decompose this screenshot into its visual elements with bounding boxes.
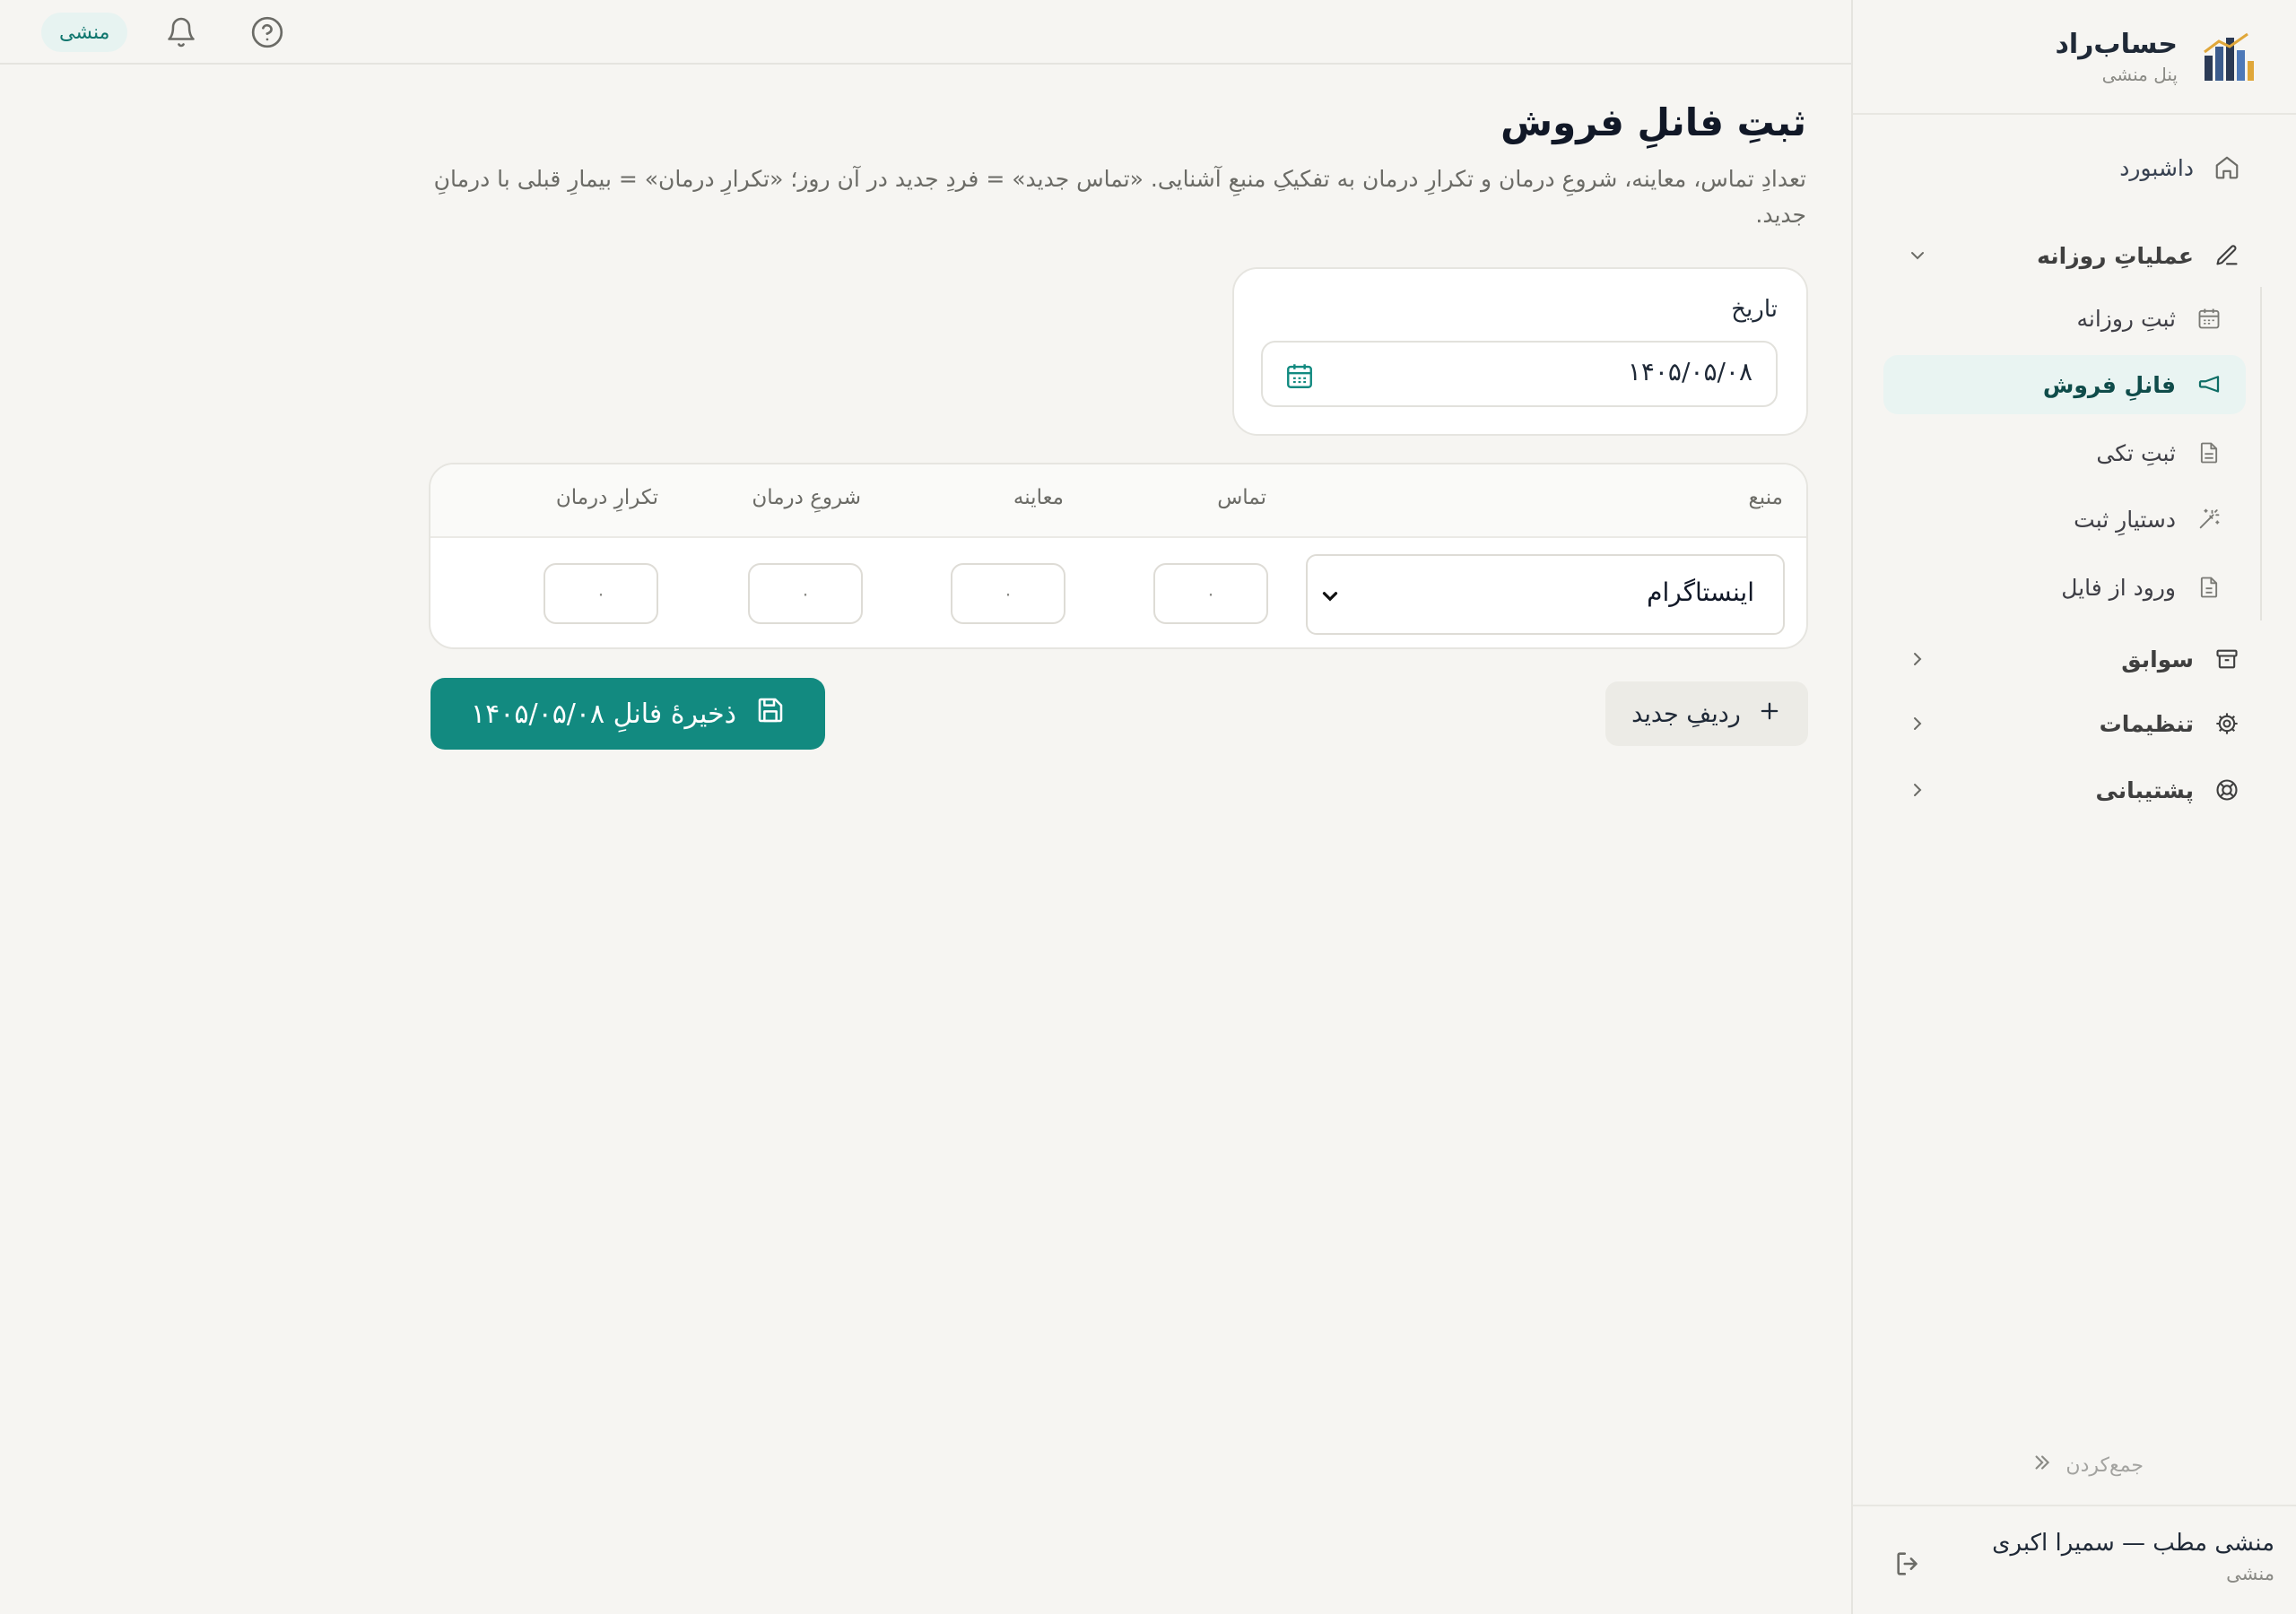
- sidebar-group-label: تنظیمات: [2099, 710, 2194, 737]
- source-value: اینستاگرام: [1647, 577, 1754, 607]
- column-header-contact: تماس: [1217, 486, 1266, 509]
- magic-wand-icon: [2194, 504, 2224, 534]
- sidebar-item-label: ثبتِ روزانه: [2076, 305, 2176, 332]
- contact-input[interactable]: ۰: [1153, 563, 1268, 624]
- role-badge: منشی: [41, 13, 128, 52]
- sidebar-item-label: فانلِ فروش: [2042, 371, 2176, 398]
- treatment-start-input[interactable]: ۰: [748, 563, 863, 624]
- file-import-icon: [2194, 572, 2224, 603]
- page-description: تعدادِ تماس، معاینه، شروعِ درمان و تکرار…: [433, 166, 1806, 228]
- sidebar-group-label: عملیاتِ روزانه: [2037, 242, 2194, 269]
- sidebar-group-daily-ops[interactable]: عملیاتِ روزانه: [1883, 228, 2260, 283]
- sidebar-item-dashboard[interactable]: داشبورد: [1883, 140, 2260, 195]
- sidebar-item-label: دستیارِ ثبت: [2074, 506, 2176, 533]
- collapse-label: جمع‌کردن: [2066, 1453, 2144, 1477]
- sidebar-group-history[interactable]: سوابق: [1883, 631, 2260, 687]
- sidebar-group-support[interactable]: پشتیبانی: [1883, 762, 2260, 818]
- column-header-source: منبع: [1748, 486, 1783, 509]
- add-row-button[interactable]: ردیفِ جدید: [1605, 681, 1808, 746]
- divider: [1853, 1505, 2296, 1506]
- plus-icon: [1757, 699, 1782, 730]
- sidebar-item-label: ثبتِ تکی: [2096, 439, 2176, 466]
- top-bar: منشی: [0, 0, 1851, 65]
- date-card: تاریخ ۱۴۰۵/۰۵/۰۸: [1232, 267, 1808, 436]
- table-header: منبع تماس معاینه شروعِ درمان تکرارِ درما…: [430, 464, 1806, 538]
- save-label: ذخیرهٔ فانلِ ۱۴۰۵/۰۵/۰۸: [471, 698, 736, 730]
- submenu-rail: [2260, 287, 2262, 620]
- megaphone-icon: [2194, 369, 2224, 400]
- lifebuoy-icon: [2212, 775, 2242, 805]
- help-icon[interactable]: [249, 14, 285, 50]
- treatment-repeat-input[interactable]: ۰: [544, 563, 658, 624]
- sidebar-group-label: سوابق: [2121, 646, 2194, 672]
- source-select[interactable]: اینستاگرام: [1306, 554, 1785, 635]
- user-name: منشی مطب — سمیرا اکبری: [1992, 1530, 2274, 1557]
- sidebar-group-label: پشتیبانی: [2095, 777, 2194, 803]
- save-icon: [756, 696, 785, 732]
- sidebar-item-label: ورود از فایل: [2061, 574, 2176, 601]
- sidebar: حساب‌راد پنل منشی داشبورد عملیاتِ روزانه…: [1851, 0, 2296, 1614]
- bell-icon[interactable]: [163, 14, 199, 50]
- date-input[interactable]: ۱۴۰۵/۰۵/۰۸: [1261, 341, 1778, 407]
- chevron-left-icon: [1905, 711, 1930, 736]
- chevron-down-icon: [1905, 243, 1930, 268]
- divider: [1853, 113, 2296, 115]
- collapse-sidebar-button[interactable]: جمع‌کردن: [2030, 1451, 2144, 1480]
- double-chevron-icon: [2030, 1451, 2053, 1480]
- gear-icon: [2212, 708, 2242, 739]
- brand-subtitle: پنل منشی: [2101, 64, 2178, 85]
- sidebar-item-single-entry[interactable]: ثبتِ تکی: [1883, 423, 2246, 482]
- brand-name: حساب‌راد: [2055, 29, 2178, 60]
- user-role: منشی: [2226, 1563, 2274, 1584]
- date-value: ۱۴۰۵/۰۵/۰۸: [1627, 357, 1752, 386]
- sidebar-item-label: داشبورد: [2119, 154, 2194, 181]
- exam-input[interactable]: ۰: [951, 563, 1065, 624]
- brand-logo-icon: [2201, 29, 2257, 84]
- sidebar-item-file-import[interactable]: ورود از فایل: [1883, 558, 2246, 617]
- column-header-treatment-start: شروعِ درمان: [752, 486, 861, 509]
- brand[interactable]: حساب‌راد پنل منشی: [2055, 27, 2257, 86]
- sidebar-item-daily-entry[interactable]: ثبتِ روزانه: [1883, 289, 2246, 348]
- sidebar-item-sales-funnel[interactable]: فانلِ فروش: [1883, 355, 2246, 414]
- user-info: منشی مطب — سمیرا اکبری منشی: [1992, 1526, 2274, 1587]
- page-title: ثبتِ فانلِ فروش: [1500, 100, 1806, 144]
- home-icon: [2212, 152, 2242, 183]
- column-header-exam: معاینه: [1013, 486, 1064, 509]
- document-icon: [2194, 438, 2224, 468]
- add-row-label: ردیفِ جدید: [1631, 699, 1741, 728]
- chevron-left-icon: [1905, 777, 1930, 803]
- archive-icon: [2212, 644, 2242, 674]
- save-funnel-button[interactable]: ذخیرهٔ فانلِ ۱۴۰۵/۰۵/۰۸: [430, 678, 825, 750]
- column-header-treatment-repeat: تکرارِ درمان: [555, 486, 658, 509]
- chevron-left-icon: [1905, 646, 1930, 672]
- sidebar-group-settings[interactable]: تنظیمات: [1883, 696, 2260, 751]
- date-label: تاریخ: [1731, 296, 1778, 323]
- calendar-icon[interactable]: [1284, 360, 1315, 391]
- sidebar-item-entry-assistant[interactable]: دستیارِ ثبت: [1883, 490, 2246, 549]
- chevron-down-icon: [1318, 585, 1342, 608]
- logout-icon[interactable]: [1889, 1544, 1928, 1584]
- funnel-table: منبع تماس معاینه شروعِ درمان تکرارِ درما…: [429, 463, 1808, 649]
- pencil-icon: [2212, 240, 2242, 271]
- calendar-icon: [2194, 303, 2224, 334]
